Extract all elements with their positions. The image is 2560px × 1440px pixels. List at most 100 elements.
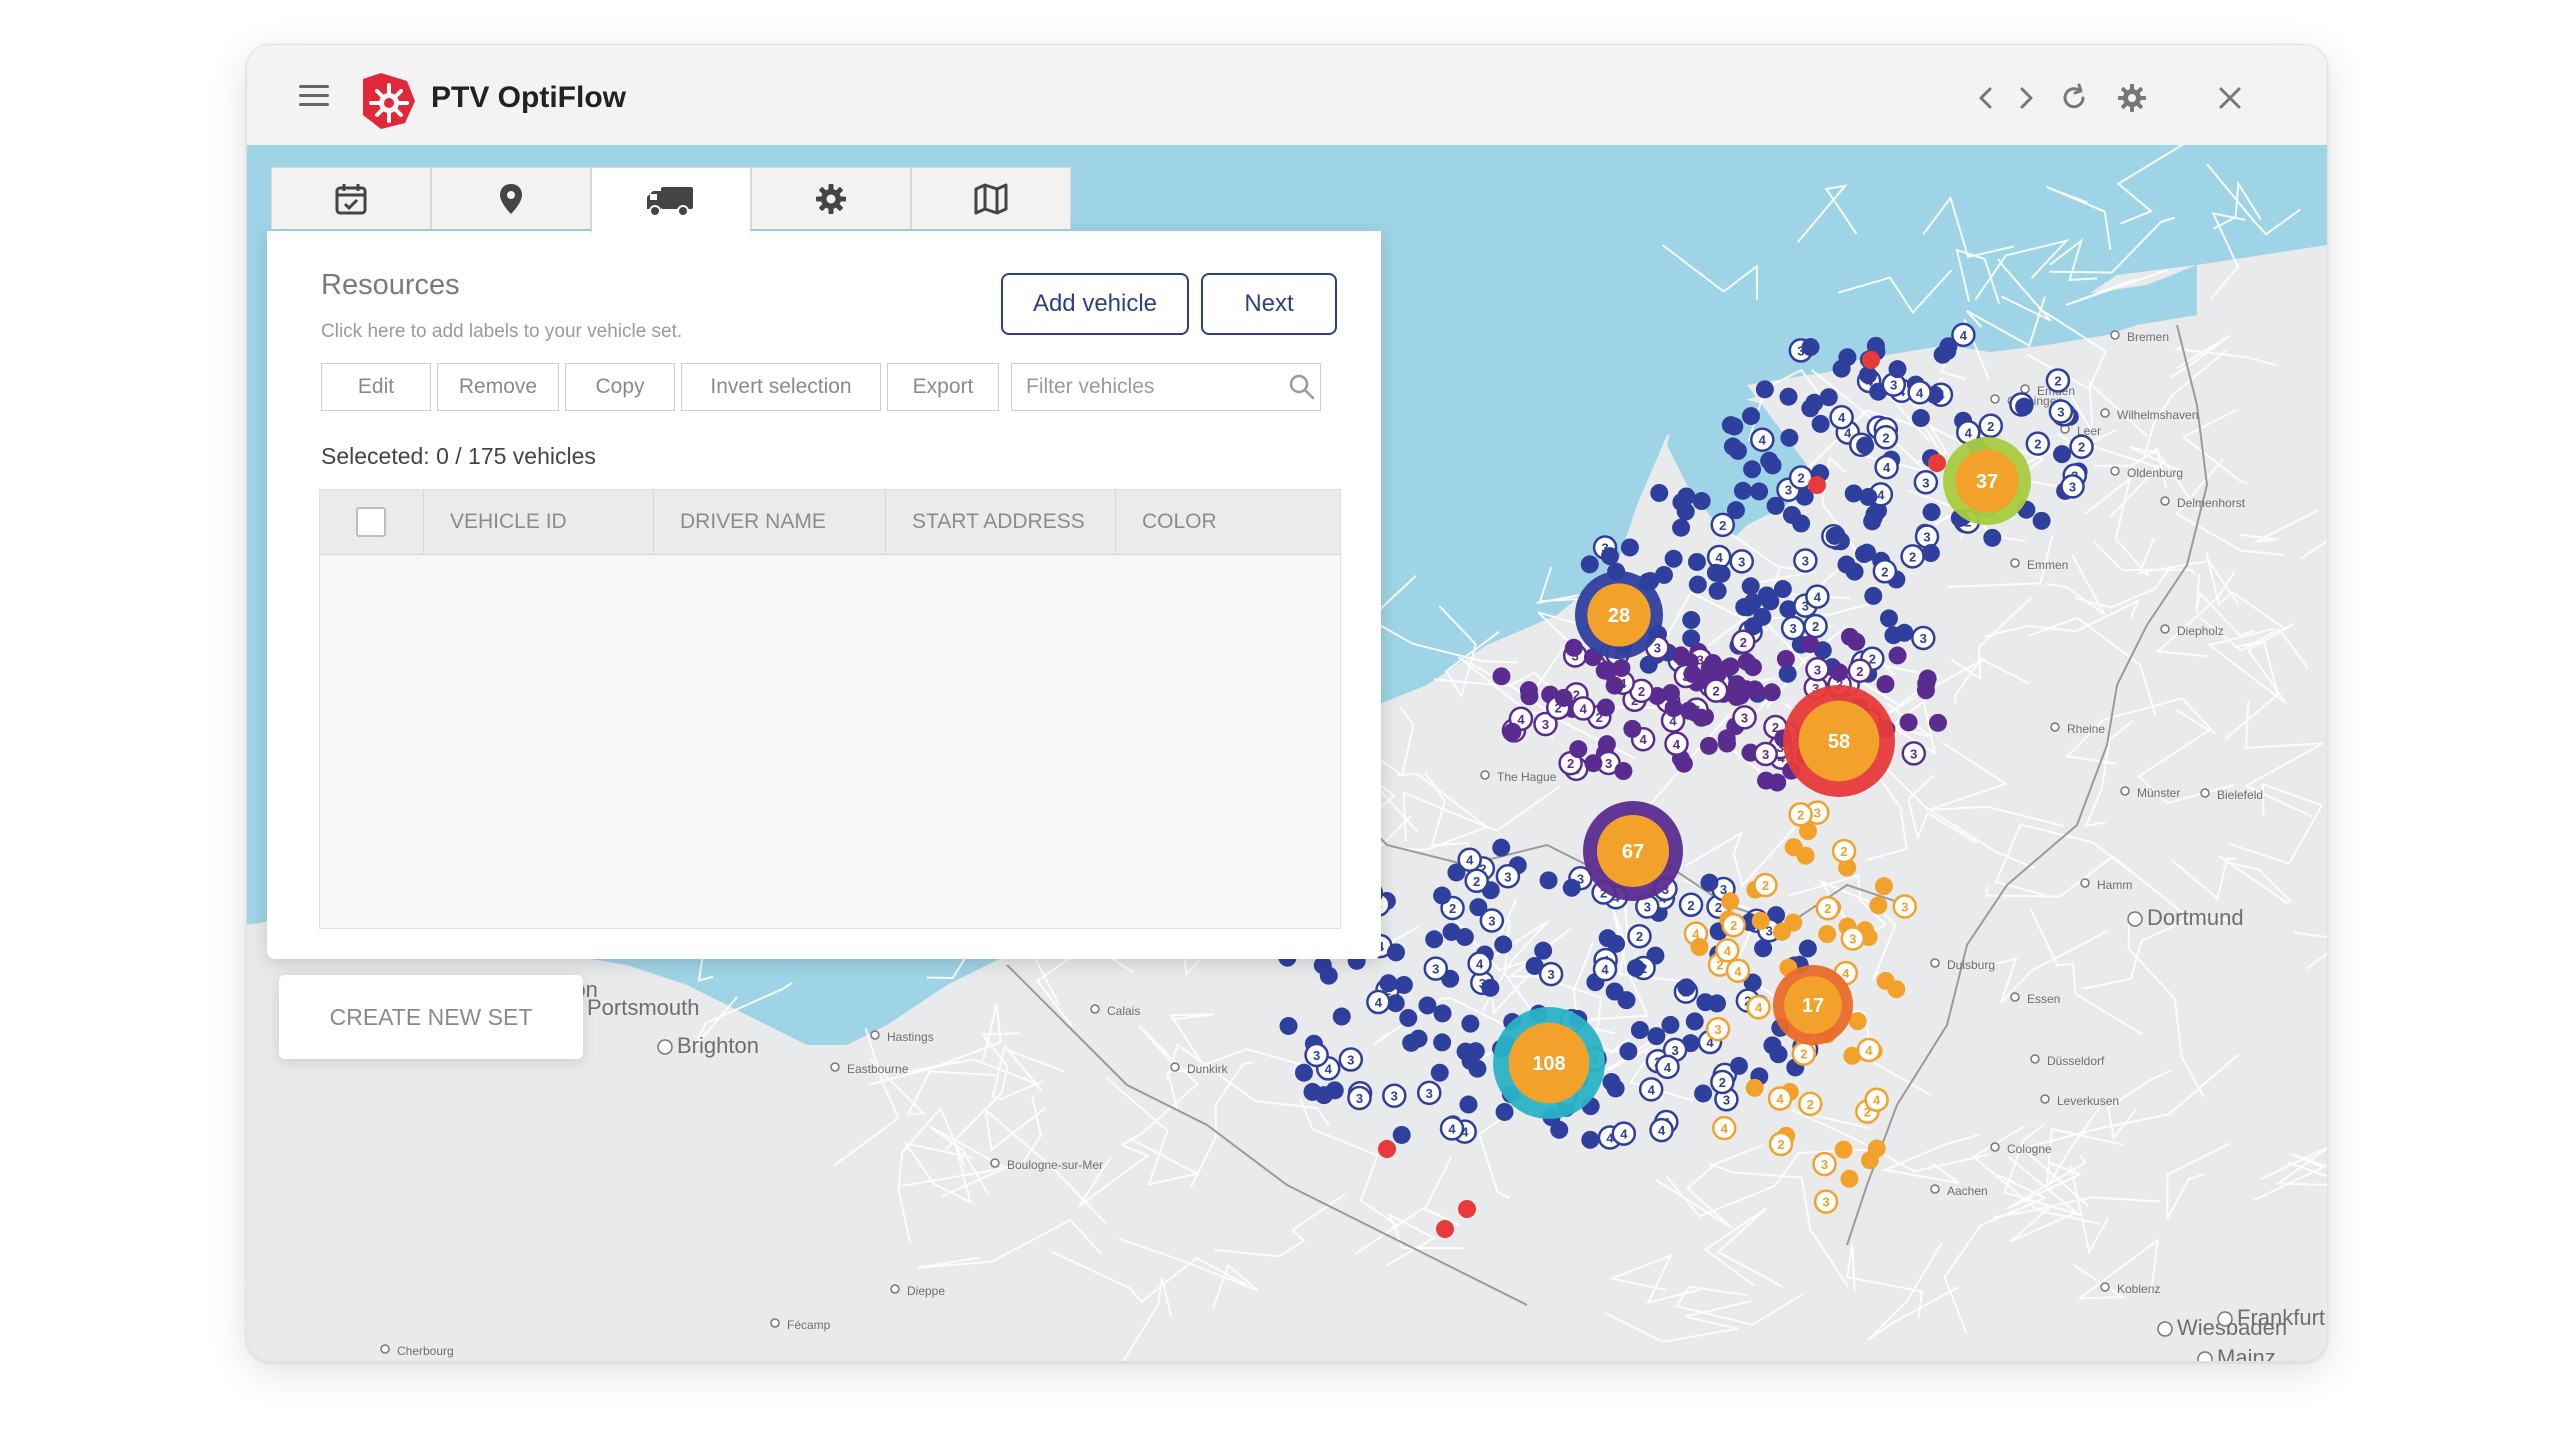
vehicle-marker[interactable] (1677, 978, 1696, 997)
vehicle-marker[interactable] (1694, 1084, 1713, 1103)
vehicle-marker[interactable] (1519, 681, 1538, 700)
vehicle-marker-alert[interactable] (1862, 351, 1880, 369)
vehicle-marker[interactable] (1461, 1014, 1480, 1033)
vehicle-marker[interactable] (1664, 699, 1683, 718)
vehicle-marker[interactable] (1605, 676, 1624, 695)
vehicle-marker[interactable] (1386, 943, 1405, 962)
vehicle-marker[interactable] (1418, 996, 1437, 1015)
vehicle-marker[interactable] (1379, 974, 1398, 993)
vehicle-marker[interactable] (1690, 938, 1709, 957)
vehicle-marker[interactable] (1725, 417, 1744, 436)
vehicle-marker[interactable] (1865, 505, 1884, 524)
tab-map[interactable] (911, 167, 1071, 229)
vehicle-marker[interactable] (1683, 664, 1702, 683)
vehicle-marker[interactable] (1392, 1125, 1411, 1144)
vehicle-marker[interactable] (1430, 1063, 1449, 1082)
vehicle-marker[interactable] (1600, 547, 1619, 566)
settings-icon[interactable] (2115, 81, 2149, 115)
vehicle-marker[interactable] (1911, 409, 1930, 428)
vehicle-marker[interactable] (1757, 771, 1776, 790)
vehicle-marker[interactable] (1859, 487, 1878, 506)
vehicle-marker[interactable] (1751, 911, 1770, 930)
vehicle-marker[interactable] (1494, 935, 1513, 954)
vehicle-marker[interactable] (1626, 959, 1645, 978)
vehicle-marker[interactable] (1738, 598, 1757, 617)
vehicle-marker[interactable] (1664, 549, 1683, 568)
vehicle-marker-alert[interactable] (1378, 1140, 1396, 1158)
vehicle-marker-alert[interactable] (1928, 454, 1946, 472)
vehicle-marker[interactable] (1755, 380, 1774, 399)
create-new-set-button[interactable]: CREATE NEW SET (279, 975, 583, 1059)
vehicle-marker[interactable] (1562, 878, 1581, 897)
vehicle-marker[interactable] (1623, 719, 1642, 738)
vehicle-marker[interactable] (1762, 683, 1781, 702)
vehicle-marker[interactable] (1692, 492, 1711, 511)
vehicle-marker[interactable] (1687, 552, 1706, 571)
vehicle-marker[interactable] (1630, 1021, 1649, 1040)
vehicle-marker[interactable] (1620, 538, 1639, 557)
vehicle-marker[interactable] (1860, 1151, 1879, 1170)
vehicle-marker[interactable] (1399, 1008, 1418, 1027)
vehicle-marker[interactable] (1332, 1007, 1351, 1026)
vehicle-marker[interactable] (2053, 445, 2072, 464)
vehicle-marker[interactable] (1922, 503, 1941, 522)
vehicle-marker[interactable] (1319, 966, 1338, 985)
back-icon[interactable] (1969, 81, 2003, 115)
vehicle-marker[interactable] (1855, 545, 1874, 564)
vehicle-marker[interactable] (1647, 1027, 1666, 1046)
vehicle-marker[interactable] (1772, 922, 1791, 941)
vehicle-marker[interactable] (1596, 698, 1615, 717)
vehicle-marker[interactable] (1672, 518, 1691, 537)
vehicle-marker[interactable] (1760, 451, 1779, 470)
vehicle-marker[interactable] (1468, 1059, 1487, 1078)
filter-vehicles-field[interactable] (1011, 363, 1321, 411)
vehicle-marker[interactable] (1581, 1130, 1600, 1149)
vehicle-marker[interactable] (1864, 586, 1883, 605)
vehicle-marker[interactable] (1699, 736, 1718, 755)
vehicle-marker[interactable] (1294, 1063, 1313, 1082)
vehicle-marker[interactable] (1792, 514, 1811, 533)
vehicle-marker[interactable] (1682, 610, 1701, 629)
vehicle-marker[interactable] (1708, 994, 1727, 1013)
vehicle-marker[interactable] (1677, 487, 1696, 506)
vehicle-marker[interactable] (1769, 1045, 1788, 1064)
vehicle-marker[interactable] (1580, 555, 1599, 574)
vehicle-marker[interactable] (1801, 338, 1820, 357)
export-button[interactable]: Export (887, 363, 999, 411)
vehicle-marker[interactable] (1743, 460, 1762, 479)
vehicle-marker[interactable] (1534, 941, 1553, 960)
edit-button[interactable]: Edit (321, 363, 431, 411)
vehicle-marker[interactable] (1619, 1042, 1638, 1061)
vehicle-marker[interactable] (1801, 635, 1820, 654)
vehicle-marker[interactable] (1605, 982, 1624, 1001)
menu-icon[interactable] (299, 85, 329, 107)
vehicle-marker[interactable] (1840, 627, 1859, 646)
vehicle-marker[interactable] (1614, 762, 1633, 781)
column-driver-name[interactable]: DRIVER NAME (654, 490, 886, 554)
vehicle-marker[interactable] (1708, 581, 1727, 600)
close-icon[interactable] (2213, 81, 2247, 115)
vehicle-marker[interactable] (1796, 846, 1815, 865)
vehicle-marker[interactable] (1818, 925, 1837, 944)
vehicle-marker[interactable] (1492, 838, 1511, 857)
vehicle-marker[interactable] (1717, 734, 1736, 753)
vehicle-marker[interactable] (1703, 654, 1722, 673)
vehicle-marker[interactable] (1612, 659, 1631, 678)
vehicle-marker[interactable] (1780, 428, 1799, 447)
vehicle-marker[interactable] (1597, 735, 1616, 754)
vehicle-marker[interactable] (1539, 871, 1558, 890)
remove-button[interactable]: Remove (437, 363, 559, 411)
tab-locations[interactable] (431, 167, 591, 229)
vehicle-marker[interactable] (1929, 713, 1948, 732)
vehicle-marker[interactable] (1554, 688, 1573, 707)
vehicle-marker[interactable] (1805, 393, 1824, 412)
vehicle-marker[interactable] (2015, 397, 2034, 416)
vehicle-marker-alert[interactable] (1436, 1220, 1454, 1238)
vehicle-marker-alert[interactable] (1808, 476, 1826, 494)
vehicle-marker[interactable] (1741, 577, 1760, 596)
vehicle-marker[interactable] (1469, 898, 1488, 917)
vehicle-marker[interactable] (1876, 971, 1895, 990)
filter-vehicles-input[interactable] (1024, 374, 1278, 400)
vehicle-marker[interactable] (1721, 892, 1740, 911)
vehicle-marker[interactable] (1825, 526, 1844, 545)
